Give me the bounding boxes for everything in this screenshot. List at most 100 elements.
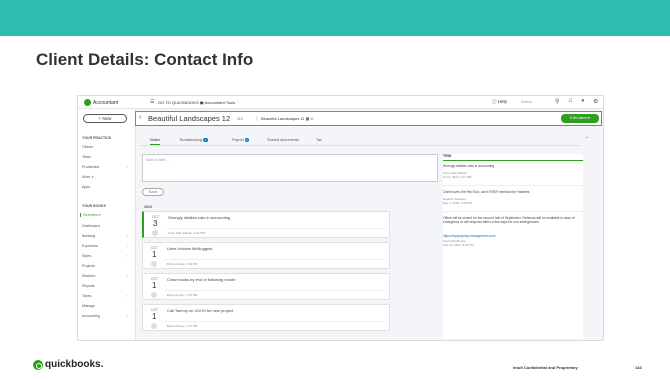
new-button[interactable]: + New	[83, 114, 127, 123]
save-button[interactable]: Save	[142, 188, 164, 196]
chevron-down-icon: ▾	[587, 116, 590, 120]
divider	[166, 228, 386, 229]
client-switcher-label: Beautiful Landscapes 11	[261, 116, 305, 121]
gear-icon[interactable]: ⚙	[593, 98, 598, 105]
divider	[165, 290, 385, 291]
note-text: Strongly dislikes cats in accounting	[168, 215, 231, 220]
divider	[443, 211, 583, 212]
sidebar-item-overview[interactable]: Overview ▾	[80, 213, 130, 217]
books-header: YOUR BOOKS	[82, 204, 106, 208]
sidebar: + New YOUR PRACTICE Clients Team ProAdvi…	[78, 109, 136, 340]
tab-label: Bookkeeping	[180, 138, 202, 142]
practice-header: YOUR PRACTICE	[82, 136, 111, 140]
sidebar-item-team[interactable]: Team	[82, 155, 132, 159]
confidential-notice: Intuit Confidential and Proprietary	[513, 365, 578, 370]
search-icon[interactable]: ⚲	[555, 98, 559, 105]
activity-panel: TRID Strongly dislikes cats in accountin…	[443, 154, 583, 339]
client-team-count: ♙2	[237, 116, 243, 121]
note-text: Likes chicken McNuggets	[167, 246, 213, 251]
sidebar-item-label: Sales	[82, 254, 91, 258]
add-note-input[interactable]: Add a note...	[142, 154, 438, 182]
app-screenshot: Accountant ☰ GO TO QUICKBOOKS ▾ ▣ Accoun…	[77, 95, 604, 341]
user-avatar-icon[interactable]: ●	[581, 98, 585, 104]
page-number: 143	[635, 365, 642, 370]
sidebar-item-label: Banking	[82, 234, 95, 238]
client-switcher[interactable]: Beautiful Landscapes 11 ▦ ∞	[256, 116, 313, 121]
divider	[165, 259, 385, 260]
sidebar-item-dashboard[interactable]: Dashboard	[82, 224, 132, 228]
tab-notes[interactable]: Notes	[150, 138, 160, 145]
activity-link[interactable]: https://myproperty.management.com/	[443, 234, 496, 238]
bell-icon[interactable]: ♫	[568, 98, 573, 104]
qb-logo-icon	[33, 359, 43, 370]
client-header: ‹ Beautiful Landscapes 12 ♙2 Beautiful L…	[135, 111, 602, 126]
tab-tax[interactable]: Tax	[316, 138, 322, 142]
client-tabs: Notes Bookkeeping 1 Payroll 0 Shared doc…	[140, 136, 580, 146]
goto-quickbooks-link[interactable]: GO TO QUICKBOOKS ▾	[158, 100, 202, 105]
tab-bookkeeping[interactable]: Bookkeeping 1	[180, 138, 208, 142]
sidebar-item-mileage[interactable]: Mileage	[82, 304, 132, 308]
activity-title: TRID	[443, 154, 583, 161]
sidebar-item-reports[interactable]: Reports	[82, 284, 132, 288]
chevron-right-icon: ›	[126, 234, 128, 238]
sidebar-item-expenses[interactable]: Expenses ›	[82, 244, 132, 248]
chevron-down-icon[interactable]: ⌄	[585, 134, 589, 140]
help-button[interactable]: ⓘ Help	[492, 99, 507, 105]
sidebar-item-workers[interactable]: Workers ›	[82, 274, 132, 278]
note-day: 1	[152, 281, 157, 290]
sidebar-item-taxes[interactable]: Taxes ›	[82, 294, 132, 298]
slide-title: Client Details: Contact Info	[36, 50, 254, 69]
tab-payroll[interactable]: Payroll 0	[232, 138, 250, 142]
sidebar-item-banking[interactable]: Banking ›	[82, 234, 132, 238]
sidebar-item-accounting[interactable]: Accounting ›	[82, 314, 132, 318]
activity-meta: Anna Kate Palmer Oct 3, 2019, 1:01 PM	[443, 171, 472, 179]
edit-client-button[interactable]: Edit client ▾	[561, 114, 599, 123]
note-author: Bryce Kinney, 7:10 PM	[167, 262, 198, 266]
sidebar-item-label: ProAdvisor	[82, 165, 100, 169]
footer-brand: quickbooks.	[45, 359, 104, 370]
divider	[165, 321, 385, 322]
brand[interactable]: Accountant	[84, 99, 118, 106]
note-card[interactable]: OCT 1 Close books by end of following mo…	[142, 273, 390, 300]
accountant-tools-label: Accountant Tools	[204, 100, 236, 105]
accountant-tools-link[interactable]: ▣ Accountant Tools	[200, 100, 235, 105]
activity-meta: Heather Salerday Sep 4, 2019, 2:20 PM	[443, 197, 473, 205]
slide-top-bar	[0, 0, 670, 36]
notification-dot-icon: ●	[91, 175, 94, 179]
back-chevron-icon[interactable]: ‹	[139, 114, 141, 121]
chevron-right-icon: ›	[126, 314, 128, 318]
chevron-right-icon: ›	[126, 274, 128, 278]
note-author: Anna Kate Palmer, 1:01 PM	[168, 231, 206, 235]
note-card[interactable]: OCT 1 Likes chicken McNuggets Bryce Kinn…	[142, 242, 390, 269]
sidebar-item-clients[interactable]: Clients	[82, 145, 132, 149]
sidebar-item-label: Workers	[82, 274, 96, 278]
chevron-down-icon: ▾	[98, 213, 101, 217]
avatar	[152, 230, 158, 236]
sidebar-item-apps[interactable]: Apps	[82, 185, 132, 189]
search-label[interactable]: Search	[521, 100, 532, 104]
client-team-count-value: 2	[240, 116, 243, 121]
quickbooks-logo: quickbooks.	[33, 359, 103, 370]
note-day: 1	[152, 250, 157, 259]
count-badge: 1	[203, 138, 208, 142]
tab-shared-documents[interactable]: Shared documents	[267, 138, 299, 142]
activity-text: Strongly dislikes cats in accounting	[443, 164, 495, 168]
note-card[interactable]: OCT 3 Strongly dislikes cats in accounti…	[142, 211, 390, 238]
note-text: Call Tammy on 4/1/19 for new project	[167, 308, 233, 313]
sidebar-item-work[interactable]: Work ●	[82, 175, 132, 179]
sidebar-item-projects[interactable]: Projects	[82, 264, 132, 268]
activity-text: Client loves the Red Sox, don't EVER men…	[443, 190, 530, 194]
sidebar-item-proadvisor[interactable]: ProAdvisor ›	[82, 165, 132, 169]
avatar	[151, 323, 157, 329]
avatar	[151, 292, 157, 298]
note-day: 3	[153, 219, 158, 228]
note-card[interactable]: OCT 1 Call Tammy on 4/1/19 for new proje…	[142, 304, 390, 331]
sidebar-item-sales[interactable]: Sales ›	[82, 254, 132, 258]
divider	[443, 185, 583, 186]
help-label: Help	[497, 99, 508, 104]
avatar	[151, 261, 157, 267]
count-badge: 0	[244, 138, 250, 142]
link-icon: ∞	[310, 116, 314, 121]
menu-icon[interactable]: ☰	[150, 99, 154, 105]
sidebar-item-label: Accounting	[82, 314, 100, 318]
